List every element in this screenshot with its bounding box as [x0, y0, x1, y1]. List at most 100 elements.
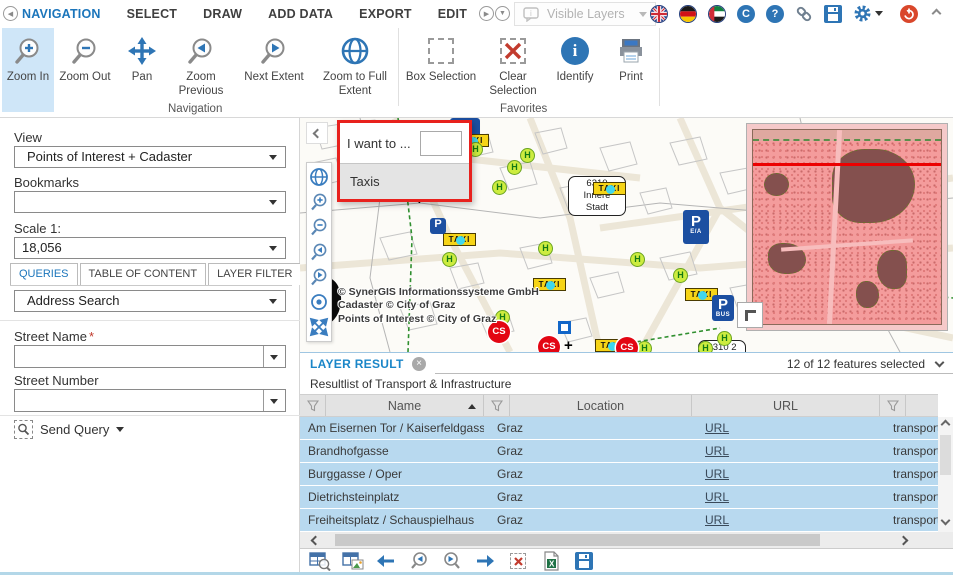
stop-marker[interactable]: H — [673, 268, 688, 283]
next-result-button[interactable] — [440, 550, 464, 572]
url-link[interactable]: URL — [705, 513, 729, 527]
language-german-icon[interactable] — [679, 4, 697, 23]
query-type-select[interactable]: Address Search — [14, 290, 286, 312]
taxi-marker[interactable]: TAXI — [443, 233, 476, 246]
url-link[interactable]: URL — [705, 421, 729, 435]
print-button[interactable]: Print — [605, 28, 657, 100]
layer-result-tab[interactable]: LAYER RESULT — [310, 357, 404, 371]
zoom-in-button[interactable]: Zoom In — [2, 28, 54, 112]
language-english-icon[interactable] — [650, 4, 668, 23]
export-excel-button[interactable]: X — [539, 550, 563, 572]
stop-marker[interactable]: H — [492, 180, 507, 195]
street-name-combobox[interactable] — [14, 345, 286, 368]
zoom-previous-button[interactable]: Zoom Previous — [168, 28, 234, 100]
column-header-name[interactable]: Name — [326, 395, 484, 416]
stop-marker[interactable]: H — [507, 160, 522, 175]
stop-marker[interactable]: H — [630, 252, 645, 267]
menu-edit[interactable]: EDIT — [438, 7, 467, 21]
first-result-button[interactable] — [374, 550, 398, 572]
table-row[interactable]: Brandhofgasse Graz URL transport — [300, 440, 938, 463]
close-results-icon[interactable]: × — [412, 357, 426, 371]
box-selection-button[interactable]: Box Selection — [401, 28, 481, 100]
street-number-combobox[interactable] — [14, 389, 286, 412]
view-select[interactable]: Points of Interest + Cadaster — [14, 146, 286, 168]
tab-table-of-content[interactable]: TABLE OF CONTENT — [79, 263, 207, 285]
locate-icon[interactable] — [309, 292, 329, 312]
stop-marker[interactable]: H — [538, 241, 553, 256]
carsharing-marker[interactable]: CS — [616, 337, 638, 352]
map-zoom-next-icon[interactable] — [309, 267, 329, 287]
map-zoom-in-icon[interactable] — [309, 192, 329, 212]
language-arabic-icon[interactable] — [708, 4, 726, 23]
next-extent-button[interactable]: Next Extent — [234, 28, 314, 100]
overview-toggle-button[interactable] — [737, 302, 763, 328]
save-results-button[interactable] — [572, 550, 596, 572]
table-row[interactable]: Dietrichsteinplatz Graz URL transport — [300, 486, 938, 509]
column-header-location[interactable]: Location — [510, 395, 692, 416]
collapse-panel-button[interactable] — [306, 122, 328, 144]
save-session-icon[interactable] — [824, 4, 842, 23]
settings-dropdown[interactable] — [853, 4, 883, 23]
zoom-full-extent-button[interactable]: Zoom to Full Extent — [314, 28, 396, 100]
menu-add-data[interactable]: ADD DATA — [268, 7, 333, 21]
company-c-icon[interactable]: C — [737, 4, 755, 23]
previous-result-button[interactable] — [407, 550, 431, 572]
scrollbar-thumb[interactable] — [335, 534, 820, 546]
menu-overflow-button[interactable]: ▼ — [495, 6, 510, 21]
parking-sign-marker[interactable]: PE/A — [683, 210, 709, 244]
menu-draw[interactable]: DRAW — [203, 7, 242, 21]
collapse-results-icon[interactable] — [934, 357, 945, 368]
logout-power-icon[interactable] — [900, 4, 918, 23]
tab-layer-filter[interactable]: LAYER FILTER — [208, 263, 302, 285]
stop-marker[interactable]: H — [698, 341, 713, 352]
taxi-marker[interactable]: TAXI — [593, 182, 626, 195]
menu-select[interactable]: SELECT — [127, 7, 178, 21]
info-square-marker[interactable] — [558, 321, 571, 334]
scale-select[interactable]: 18,056 — [14, 237, 286, 259]
full-extent-globe-icon[interactable] — [309, 167, 329, 187]
zoom-to-results-button[interactable] — [308, 550, 332, 572]
street-number-dropdown-button[interactable] — [263, 390, 285, 411]
scrollbar-thumb[interactable] — [940, 435, 951, 475]
url-link[interactable]: URL — [705, 490, 729, 504]
vertical-scrollbar[interactable] — [938, 417, 953, 532]
last-result-button[interactable] — [473, 550, 497, 572]
column-header-url[interactable]: URL — [692, 395, 880, 416]
pan-button[interactable]: Pan — [116, 28, 168, 100]
carsharing-marker[interactable]: CS — [538, 336, 560, 352]
visible-layers-dropdown[interactable]: i Visible Layers — [514, 2, 656, 26]
fullscreen-icon[interactable] — [309, 317, 329, 337]
parking-sign-marker[interactable]: P — [430, 218, 446, 234]
popup-input[interactable] — [420, 130, 462, 156]
popup-item-taxis[interactable]: Taxis — [340, 163, 469, 199]
table-row[interactable]: Burggasse / Oper Graz URL transport — [300, 463, 938, 486]
scroll-up-icon[interactable] — [940, 419, 951, 430]
show-on-map-button[interactable] — [341, 550, 365, 572]
map-zoom-out-icon[interactable] — [309, 217, 329, 237]
help-icon[interactable]: ? — [766, 4, 784, 23]
stop-marker[interactable]: H — [520, 148, 535, 163]
overview-map[interactable] — [746, 123, 948, 331]
scroll-left-icon[interactable] — [310, 535, 321, 546]
clear-result-selection-button[interactable] — [506, 550, 530, 572]
url-link[interactable]: URL — [705, 467, 729, 481]
street-name-dropdown-button[interactable] — [263, 346, 285, 367]
menu-export[interactable]: EXPORT — [359, 7, 412, 21]
stop-marker[interactable]: H — [637, 341, 652, 352]
collapse-ribbon-icon[interactable] — [931, 8, 942, 19]
stop-marker[interactable]: H — [717, 331, 732, 346]
bookmarks-select[interactable] — [14, 191, 286, 213]
map-zoom-previous-icon[interactable] — [309, 242, 329, 262]
tab-queries[interactable]: QUERIES — [10, 263, 78, 285]
menu-navigation[interactable]: NAVIGATION — [22, 7, 101, 21]
menu-scroll-left-button[interactable]: ◀ — [3, 6, 18, 21]
filter-button[interactable] — [880, 395, 906, 416]
filter-button[interactable] — [300, 395, 326, 416]
share-link-icon[interactable] — [795, 5, 813, 23]
scroll-down-icon[interactable] — [940, 515, 951, 526]
zoom-out-button[interactable]: Zoom Out — [54, 28, 116, 100]
table-row[interactable]: Am Eisernen Tor / Kaiserfeldgasse Graz U… — [300, 417, 938, 440]
horizontal-scrollbar[interactable] — [300, 532, 953, 548]
table-row[interactable]: Freiheitsplatz / Schauspielhaus Graz URL… — [300, 509, 938, 532]
filter-button[interactable] — [484, 395, 510, 416]
